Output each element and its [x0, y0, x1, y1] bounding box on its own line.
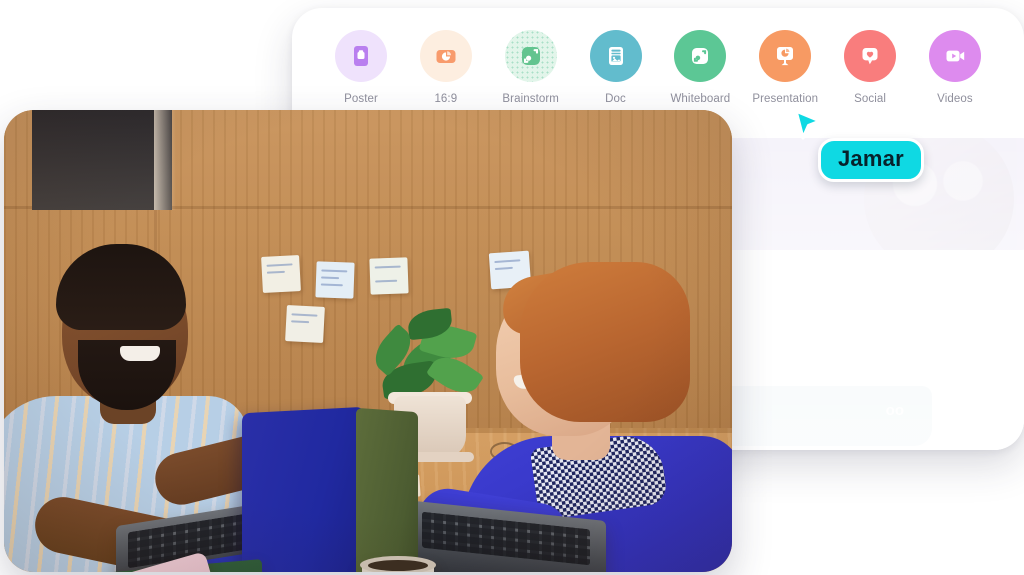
window-light — [154, 110, 176, 210]
template-item-brainstorm[interactable]: Brainstorm — [490, 30, 572, 105]
template-label: Social — [854, 93, 887, 105]
window-frame — [32, 110, 172, 210]
template-label: Presentation — [752, 93, 819, 105]
template-item-presentation[interactable]: Presentation — [744, 30, 826, 105]
template-item-social[interactable]: Social — [829, 30, 911, 105]
screenshot-stage: Poster 16:9 Brainstorm Doc Whiteboard Pr… — [0, 0, 1024, 575]
collaborator-name-tag: Jamar — [818, 138, 924, 182]
photo-scene — [4, 110, 732, 572]
template-label: Doc — [605, 93, 626, 105]
template-label: Videos — [937, 93, 973, 105]
social-heart-icon — [844, 30, 897, 82]
whiteboard-icon — [674, 30, 727, 82]
template-label: 16:9 — [434, 93, 458, 105]
template-label: Brainstorm — [502, 93, 559, 105]
slide-16-9-icon — [419, 30, 472, 82]
doc-icon — [589, 30, 642, 82]
poster-icon — [335, 30, 387, 82]
template-item-16-9[interactable]: 16:9 — [405, 30, 487, 105]
template-label: Poster — [344, 93, 378, 105]
template-label: Whiteboard — [670, 93, 731, 105]
brainstorm-icon — [504, 30, 557, 82]
template-type-bar: Poster 16:9 Brainstorm Doc Whiteboard Pr… — [292, 8, 1024, 120]
template-item-doc[interactable]: Doc — [575, 30, 657, 105]
brand-logo: oo — [885, 402, 904, 419]
sticky-note — [315, 261, 355, 299]
videos-icon — [928, 30, 981, 82]
presentation-icon — [759, 30, 812, 82]
template-item-whiteboard[interactable]: Whiteboard — [659, 30, 741, 105]
sticky-note — [369, 257, 409, 295]
template-item-videos[interactable]: Videos — [914, 30, 996, 105]
template-item-poster[interactable]: Poster — [320, 30, 402, 105]
office-photo — [4, 110, 732, 572]
